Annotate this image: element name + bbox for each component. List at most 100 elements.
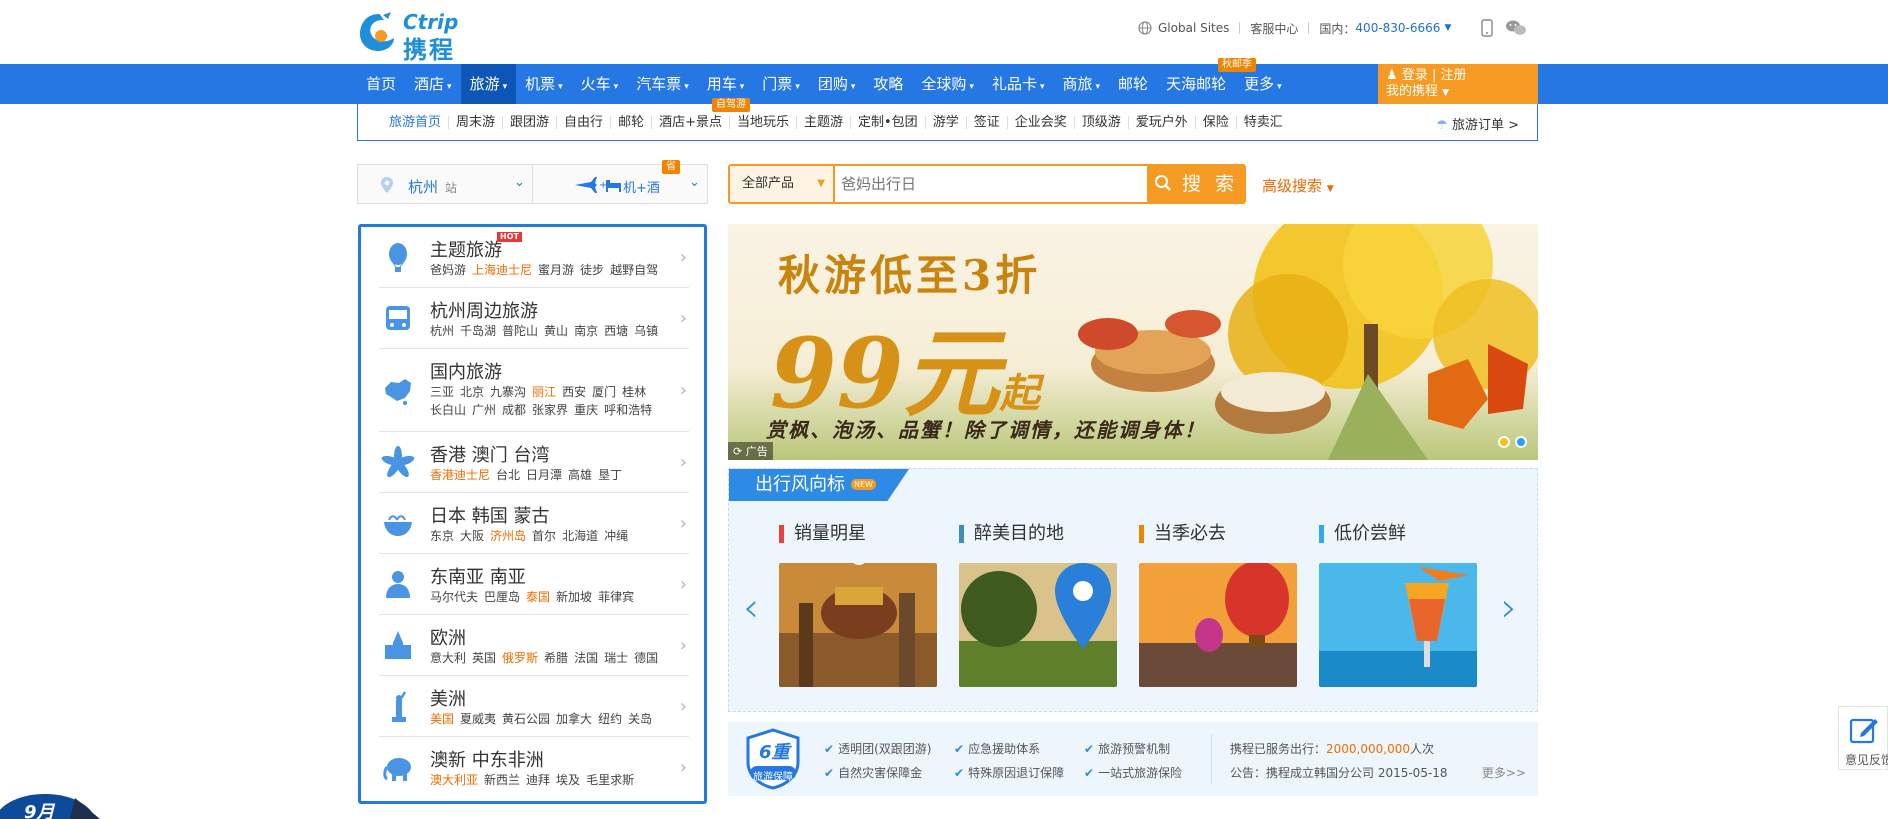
- destination-link[interactable]: 纽约: [598, 712, 622, 726]
- nav-item[interactable]: 商旅 ▾: [1054, 64, 1110, 104]
- destination-link[interactable]: 爸妈游: [430, 263, 466, 277]
- feedback-widget[interactable]: 意见反馈: [1838, 706, 1888, 770]
- destination-link[interactable]: 普陀山: [502, 324, 538, 338]
- category-item[interactable]: 澳新 中东非洲 澳大利亚 新西兰 迪拜 埃及 毛里求斯 ›: [379, 737, 689, 798]
- destination-link[interactable]: 德国: [634, 651, 658, 665]
- destination-link[interactable]: 香港迪士尼: [430, 468, 490, 482]
- guarantee-item[interactable]: ✔ 透明团(双跟团游): [824, 740, 931, 757]
- destination-link[interactable]: 大阪: [460, 529, 484, 543]
- sub-nav-item[interactable]: 旅游首页: [382, 115, 450, 129]
- sub-nav-item[interactable]: 游学: [926, 115, 967, 129]
- search-button[interactable]: 搜 索: [1148, 166, 1244, 202]
- destination-link[interactable]: 高雄: [568, 468, 592, 482]
- category-item[interactable]: 美洲 美国 夏威夷 黄石公园 加拿大 纽约 关岛 ›: [379, 676, 689, 737]
- destination-link[interactable]: 厦门: [592, 385, 616, 399]
- nav-item[interactable]: 机票 ▾: [516, 64, 572, 104]
- nav-item[interactable]: 攻略: [864, 64, 912, 104]
- chevron-left-icon[interactable]: ‹: [743, 585, 759, 631]
- advanced-search-link[interactable]: 高级搜索 ▼: [1262, 175, 1334, 196]
- destination-link[interactable]: 西塘: [604, 324, 628, 338]
- more-link[interactable]: 更多>>: [1482, 764, 1526, 781]
- nav-item[interactable]: 旅游 ▾: [460, 64, 517, 104]
- destination-link[interactable]: 意大利: [430, 651, 466, 665]
- category-title[interactable]: 主题旅游: [430, 236, 502, 262]
- trend-card[interactable]: 醉美目的地: [959, 525, 1119, 687]
- category-title[interactable]: 国内旅游: [430, 358, 502, 384]
- destination-link[interactable]: 越野自驾: [610, 263, 658, 277]
- destination-link[interactable]: 台北: [496, 468, 520, 482]
- nav-item[interactable]: 汽车票 ▾: [627, 64, 698, 104]
- nav-item[interactable]: 礼品卡 ▾: [983, 64, 1054, 104]
- category-title[interactable]: 杭州周边旅游: [430, 297, 538, 323]
- destination-link[interactable]: 蜜月游: [538, 263, 574, 277]
- category-item[interactable]: 东南亚 南亚 马尔代夫 巴厘岛 泰国 新加坡 菲律宾 ›: [379, 554, 689, 615]
- destination-link[interactable]: 乌镇: [634, 324, 658, 338]
- destination-link[interactable]: 杭州: [430, 324, 454, 338]
- destination-link[interactable]: 上海迪士尼: [472, 263, 532, 277]
- destination-link[interactable]: 法国: [574, 651, 598, 665]
- destination-link[interactable]: 黄山: [544, 324, 568, 338]
- login-box[interactable]: ♟ 登录 | 注册 我的携程 ▼: [1378, 64, 1538, 104]
- trend-card[interactable]: 当季必去: [1139, 525, 1299, 687]
- city-selector[interactable]: 杭州 站 ⌄: [357, 164, 533, 204]
- sub-nav-item[interactable]: 特卖汇: [1237, 116, 1290, 129]
- destination-link[interactable]: 济州岛: [490, 529, 526, 543]
- destination-link[interactable]: 三亚: [430, 385, 454, 399]
- destination-link[interactable]: 关岛: [628, 712, 652, 726]
- destination-link[interactable]: 徒步: [580, 263, 604, 277]
- destination-link[interactable]: 巴厘岛: [484, 590, 520, 604]
- destination-link[interactable]: 桂林: [622, 385, 646, 399]
- category-title[interactable]: 东南亚 南亚: [430, 563, 526, 589]
- guarantee-item[interactable]: ✔ 旅游预警机制: [1084, 740, 1170, 757]
- sub-nav-item[interactable]: 邮轮: [611, 115, 653, 129]
- destination-link[interactable]: 垦丁: [598, 468, 622, 482]
- sub-nav-item[interactable]: 自由行: [557, 115, 612, 129]
- sub-nav-item[interactable]: 主题游: [797, 115, 852, 129]
- guarantee-item[interactable]: ✔ 应急援助体系: [954, 740, 1040, 757]
- nav-item[interactable]: 邮轮: [1109, 64, 1157, 104]
- destination-link[interactable]: 迪拜: [526, 773, 550, 787]
- guarantee-item[interactable]: ✔ 自然灾害保障金: [824, 764, 922, 781]
- destination-link[interactable]: 成都: [502, 403, 526, 417]
- guarantee-item[interactable]: ✔ 特殊原因退订保障: [954, 764, 1064, 781]
- category-title[interactable]: 欧洲: [430, 624, 466, 650]
- ctrip-logo[interactable]: Ctrip 携程: [357, 10, 481, 64]
- carousel-dot-1[interactable]: [1498, 436, 1510, 448]
- destination-link[interactable]: 英国: [472, 651, 496, 665]
- trend-card[interactable]: 低价尝鲜: [1319, 525, 1479, 687]
- trend-card[interactable]: 销量明星: [779, 525, 939, 687]
- destination-link[interactable]: 泰国: [526, 590, 550, 604]
- destination-link[interactable]: 埃及: [556, 773, 580, 787]
- trip-type-selector[interactable]: + 机+酒 ⌄: [533, 164, 708, 204]
- destination-link[interactable]: 毛里求斯: [586, 773, 634, 787]
- category-title[interactable]: 澳新 中东非洲: [430, 746, 544, 772]
- search-category-select[interactable]: 全部产品 ▼: [730, 166, 834, 202]
- destination-link[interactable]: 瑞士: [604, 651, 628, 665]
- month-corner-badge[interactable]: 9月: [0, 788, 100, 819]
- destination-link[interactable]: 南京: [574, 324, 598, 338]
- category-item[interactable]: 日本 韩国 蒙古 东京 大阪 济州岛 首尔 北海道 冲绳 ›: [379, 493, 689, 554]
- global-sites-link[interactable]: Global Sites: [1158, 21, 1229, 35]
- search-input[interactable]: [835, 166, 1147, 202]
- destination-link[interactable]: 重庆: [574, 403, 598, 417]
- sub-nav-item[interactable]: 周末游: [449, 115, 504, 129]
- category-title[interactable]: 香港 澳门 台湾: [430, 441, 549, 467]
- nav-item[interactable]: 全球购 ▾: [912, 64, 983, 104]
- destination-link[interactable]: 长白山: [430, 403, 466, 417]
- destination-link[interactable]: 俄罗斯: [502, 651, 538, 665]
- travel-order-link[interactable]: ☂ 旅游订单 >: [1436, 114, 1519, 133]
- guarantee-item[interactable]: ✔ 一站式旅游保险: [1084, 764, 1182, 781]
- trend-card-image[interactable]: [779, 563, 937, 687]
- destination-link[interactable]: 黄石公园: [502, 712, 550, 726]
- category-item[interactable]: 主题旅游 HOT 爸妈游 上海迪士尼 蜜月游 徒步 越野自驾 ›: [379, 227, 689, 288]
- guarantee-badge[interactable]: 6重 旅游保障: [742, 728, 804, 790]
- sub-nav-item[interactable]: 当地玩乐: [730, 115, 797, 129]
- notice-link[interactable]: 公告：携程成立韩国分公司 2015-05-18: [1230, 764, 1448, 781]
- mobile-phone-icon[interactable]: [1481, 19, 1494, 37]
- sub-nav-item[interactable]: 定制•包团: [851, 115, 926, 129]
- destination-link[interactable]: 菲律宾: [598, 590, 634, 604]
- destination-link[interactable]: 西安: [562, 385, 586, 399]
- trend-card-image[interactable]: [1139, 563, 1297, 687]
- nav-item[interactable]: 火车 ▾: [572, 64, 628, 104]
- trend-card-image[interactable]: [959, 563, 1117, 687]
